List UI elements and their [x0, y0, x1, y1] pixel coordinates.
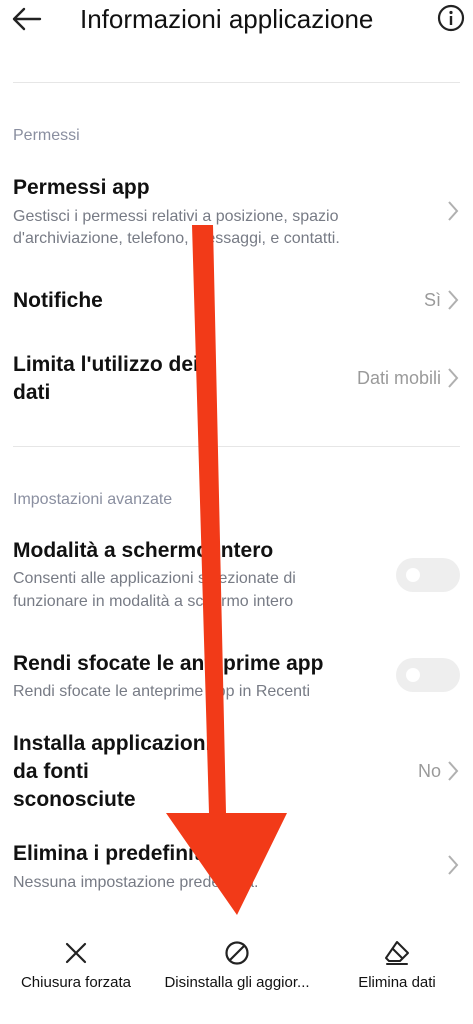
- row-subtitle: Nessuna impostazione predefinita.: [13, 874, 259, 891]
- row-value: Dati mobili: [356, 368, 441, 388]
- row-subtitle-line: funzionare in modalità a schermo intero: [13, 593, 294, 610]
- section-label-advanced: Impostazioni avanzate: [13, 491, 173, 508]
- chevron-right-icon: [448, 855, 459, 875]
- divider: [13, 82, 460, 83]
- divider: [13, 446, 460, 447]
- info-button[interactable]: [437, 4, 465, 32]
- clear-data-button[interactable]: Elimina dati: [340, 940, 454, 1000]
- row-notifications[interactable]: Notifiche Sì: [0, 278, 473, 322]
- row-subtitle: Rendi sfocate le anteprime app in Recent…: [13, 683, 311, 700]
- row-title: Elimina i predefiniti: [13, 842, 207, 865]
- row-fullscreen: Modalità a schermo intero Consenti alle …: [0, 532, 473, 614]
- page-title: Informazioni applicazione: [80, 4, 374, 34]
- chevron-right-icon: [448, 761, 459, 781]
- row-value: No: [417, 761, 441, 781]
- row-title-line: sconosciute: [13, 788, 136, 811]
- chevron-right-icon: [448, 290, 459, 310]
- row-clear-defaults[interactable]: Elimina i predefiniti Nessuna impostazio…: [0, 836, 473, 896]
- row-title: Modalità a schermo intero: [13, 539, 274, 562]
- force-stop-label: Chiusura forzata: [20, 974, 132, 991]
- row-subtitle-line: Consenti alle applicazioni selezionate d…: [13, 570, 296, 587]
- row-title-line: Installa applicazioni: [13, 732, 212, 755]
- row-title-line: dati: [13, 381, 51, 404]
- chevron-right-icon: [448, 368, 459, 388]
- row-unknown-sources[interactable]: Installa applicazioni da fonti sconosciu…: [0, 727, 473, 815]
- uninstall-updates-button[interactable]: Disinstalla gli aggior...: [152, 940, 322, 1000]
- row-app-permissions[interactable]: Permessi app Gestisci i permessi relativ…: [0, 168, 473, 253]
- eraser-icon: [385, 941, 409, 965]
- fullscreen-toggle[interactable]: [396, 558, 460, 592]
- clear-data-label: Elimina dati: [358, 974, 436, 991]
- close-icon: [65, 942, 87, 964]
- uninstall-updates-label: Disinstalla gli aggior...: [164, 974, 310, 991]
- row-title-line: Limita l'utilizzo dei: [13, 353, 199, 376]
- row-title: Rendi sfocate le anteprime app: [13, 652, 324, 675]
- row-title: Permessi app: [13, 176, 150, 199]
- block-icon: [225, 941, 249, 965]
- row-subtitle: Gestisci i permessi relativi a posizione…: [13, 208, 340, 247]
- back-arrow-icon: [12, 7, 42, 31]
- back-button[interactable]: [10, 4, 44, 34]
- row-data-limit[interactable]: Limita l'utilizzo dei dati Dati mobili: [0, 348, 473, 410]
- row-value: Sì: [423, 290, 441, 310]
- row-blur-previews: Rendi sfocate le anteprime app Rendi sfo…: [0, 645, 473, 705]
- app-header: Informazioni applicazione: [0, 0, 473, 40]
- info-icon: [437, 4, 465, 32]
- blur-previews-toggle[interactable]: [396, 658, 460, 692]
- row-title-line: da fonti: [13, 760, 89, 783]
- section-label-permissions: Permessi: [13, 127, 80, 144]
- force-stop-button[interactable]: Chiusura forzata: [6, 940, 146, 1000]
- row-title: Notifiche: [13, 289, 103, 312]
- chevron-right-icon: [448, 201, 459, 221]
